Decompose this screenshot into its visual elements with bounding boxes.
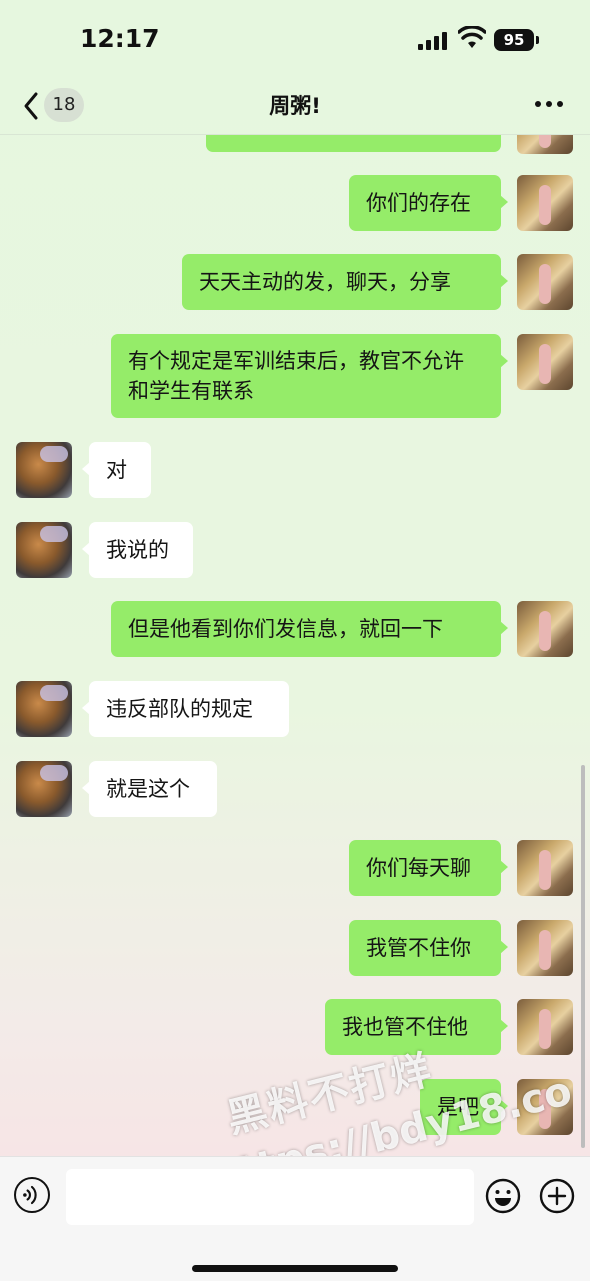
avatar[interactable] xyxy=(517,175,573,231)
avatar[interactable] xyxy=(16,442,72,498)
status-bar: 12:17 95 xyxy=(0,0,590,82)
avatar[interactable] xyxy=(517,601,573,657)
avatar[interactable] xyxy=(16,681,72,737)
cellular-signal-icon xyxy=(418,32,448,50)
message-input[interactable] xyxy=(66,1169,474,1225)
avatar[interactable] xyxy=(16,761,72,817)
message-bubble[interactable]: 天天主动的发，聊天，分享 xyxy=(182,254,508,310)
avatar[interactable] xyxy=(517,334,573,390)
input-bar xyxy=(0,1156,590,1281)
avatar[interactable] xyxy=(16,522,72,578)
message-bubble[interactable]: 你们的存在 xyxy=(349,175,508,231)
avatar[interactable] xyxy=(517,920,573,976)
message-bubble[interactable]: 你们每天聊 xyxy=(349,840,508,896)
emoji-icon[interactable] xyxy=(484,1177,522,1215)
plus-icon[interactable] xyxy=(538,1177,576,1215)
message-bubble[interactable]: 有个规定是军训结束后，教官不允许和学生有联系 xyxy=(111,334,508,418)
avatar[interactable] xyxy=(517,254,573,310)
message-bubble[interactable] xyxy=(206,135,501,152)
message-bubble[interactable]: 违反部队的规定 xyxy=(82,681,289,737)
home-indicator xyxy=(192,1265,398,1272)
message-list[interactable]: 你们的存在 天天主动的发，聊天，分享 有个规定是军训结束后，教官不允许和学生有联… xyxy=(0,135,590,1155)
message-bubble[interactable]: 我管不住你 xyxy=(349,920,508,976)
avatar[interactable] xyxy=(517,135,573,154)
scrollbar[interactable] xyxy=(581,765,585,1148)
chat-header: 18 周粥! xyxy=(0,82,590,135)
more-dots-icon[interactable] xyxy=(532,92,566,116)
message-bubble[interactable]: 但是他看到你们发信息，就回一下 xyxy=(111,601,508,657)
message-bubble[interactable]: 对 xyxy=(82,442,151,498)
voice-icon[interactable] xyxy=(14,1177,50,1213)
message-bubble[interactable]: 就是这个 xyxy=(82,761,217,817)
wifi-icon xyxy=(458,26,486,48)
battery-icon: 95 xyxy=(494,29,534,51)
status-time: 12:17 xyxy=(80,24,160,53)
battery-tip xyxy=(536,36,539,44)
avatar[interactable] xyxy=(517,840,573,896)
message-bubble[interactable]: 我说的 xyxy=(82,522,193,578)
chat-title: 周粥! xyxy=(269,94,321,118)
